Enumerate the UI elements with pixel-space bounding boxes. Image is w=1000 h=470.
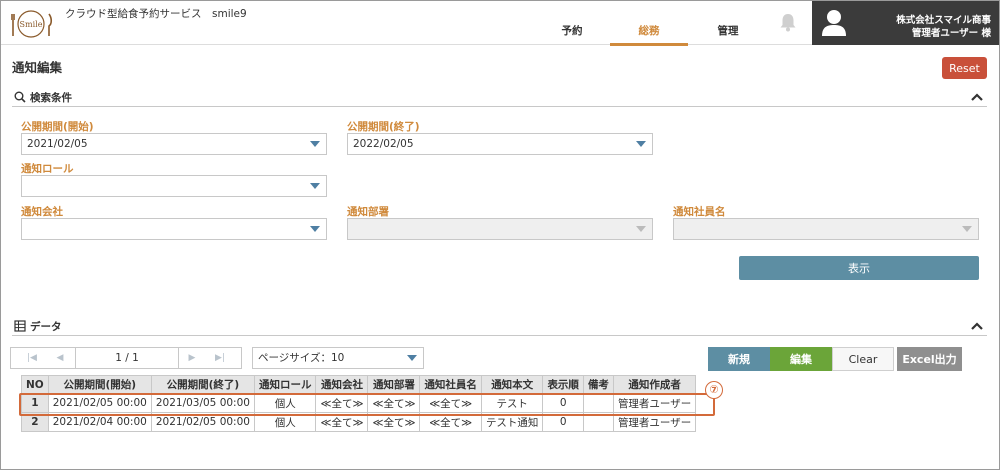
end-date-label: 公開期間(終了)	[347, 121, 420, 133]
column-header[interactable]: 通知会社	[315, 375, 369, 394]
new-button[interactable]: 新規	[708, 347, 770, 371]
user-avatar-icon	[822, 10, 846, 36]
bell-icon[interactable]	[777, 11, 799, 33]
show-button[interactable]: 表示	[739, 256, 979, 280]
column-header[interactable]: 公開期間(終了)	[150, 375, 255, 394]
department-select[interactable]	[347, 218, 653, 240]
reset-button[interactable]: Reset	[942, 57, 987, 79]
department-label: 通知部署	[347, 206, 389, 218]
role-select[interactable]	[21, 175, 327, 197]
column-header[interactable]: 公開期間(開始)	[47, 375, 152, 394]
column-header[interactable]: 通知社員名	[419, 375, 482, 394]
end-date-value: 2022/02/05	[353, 138, 414, 150]
chevron-up-icon[interactable]	[971, 92, 983, 102]
data-section-title: データ	[30, 321, 62, 333]
page-title: 通知編集	[12, 60, 63, 75]
dropdown-caret-icon	[962, 226, 972, 232]
end-date-select[interactable]: 2022/02/05	[347, 133, 653, 155]
page-size-select[interactable]: ページサイズ：10	[252, 347, 424, 369]
table-header-row: NO 公開期間(開始) 公開期間(終了) 通知ロール 通知会社 通知部署 通知社…	[21, 375, 697, 394]
user-name: 管理者ユーザー 様	[911, 28, 991, 39]
chevron-up-icon[interactable]	[971, 321, 983, 331]
next-page-icon[interactable]: ▶	[181, 348, 203, 368]
dropdown-caret-icon	[407, 355, 417, 361]
first-page-icon[interactable]: |◀	[21, 348, 43, 368]
dropdown-caret-icon	[636, 226, 646, 232]
pager: |◀ ◀ 1 / 1 ▶ ▶|	[10, 347, 242, 369]
svg-text:Smile: Smile	[20, 20, 43, 29]
start-date-select[interactable]: 2021/02/05	[21, 133, 327, 155]
column-header[interactable]: 備考	[582, 375, 614, 394]
data-section-header[interactable]: データ	[12, 319, 987, 336]
logo-icon[interactable]: Smile	[10, 8, 54, 40]
clear-button[interactable]: Clear	[832, 347, 894, 371]
company-name: 株式会社スマイル商事	[896, 15, 991, 26]
start-date-label: 公開期間(開始)	[21, 121, 94, 133]
company-label: 通知会社	[21, 206, 63, 218]
dropdown-caret-icon	[310, 141, 320, 147]
column-header[interactable]: 通知ロール	[253, 375, 317, 394]
search-section-title: 検索条件	[30, 92, 72, 104]
start-date-value: 2021/02/05	[27, 138, 88, 150]
dropdown-caret-icon	[310, 226, 320, 232]
last-page-icon[interactable]: ▶|	[209, 348, 231, 368]
prev-page-icon[interactable]: ◀	[49, 348, 71, 368]
tab-admin[interactable]: 管理	[701, 20, 755, 46]
tab-reservation[interactable]: 予約	[547, 20, 597, 46]
table-icon	[14, 320, 26, 332]
app-title: クラウド型給食予約サービス smile9	[65, 8, 247, 20]
row-highlight-annotation	[19, 393, 715, 416]
user-menu[interactable]: 株式会社スマイル商事 管理者ユーザー 様	[812, 1, 999, 45]
annotation-marker: ⑦	[705, 381, 723, 399]
employee-select[interactable]	[673, 218, 979, 240]
app-header: Smile クラウド型給食予約サービス smile9 予約 総務 管理 株式会社…	[1, 1, 999, 46]
column-header[interactable]: 表示順	[542, 375, 584, 394]
column-header[interactable]: 通知本文	[480, 375, 544, 394]
page-info: 1 / 1	[75, 348, 179, 368]
page-size-value: ページサイズ：10	[258, 352, 345, 364]
role-label: 通知ロール	[21, 163, 74, 175]
search-icon	[14, 91, 26, 103]
tab-general-affairs[interactable]: 総務	[610, 20, 688, 46]
company-select[interactable]	[21, 218, 327, 240]
column-header[interactable]: 通知部署	[367, 375, 421, 394]
edit-button[interactable]: 編集	[770, 347, 832, 371]
employee-label: 通知社員名	[673, 206, 726, 218]
dropdown-caret-icon	[636, 141, 646, 147]
excel-export-button[interactable]: Excel出力	[897, 347, 962, 371]
dropdown-caret-icon	[310, 183, 320, 189]
column-header[interactable]: NO	[21, 375, 49, 394]
search-section-header[interactable]: 検索条件	[12, 90, 987, 107]
column-header[interactable]: 通知作成者	[612, 375, 697, 394]
